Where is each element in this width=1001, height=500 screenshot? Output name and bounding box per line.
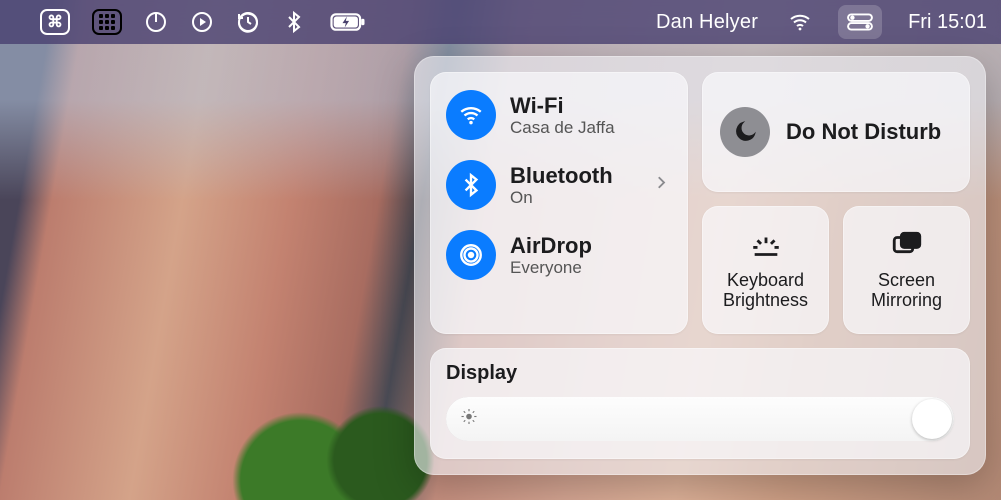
control-center-icon — [847, 13, 873, 31]
wifi-title: Wi-Fi — [510, 93, 615, 118]
menu-extra-nowplaying[interactable] — [190, 10, 214, 34]
bluetooth-toggle[interactable]: Bluetooth On — [444, 156, 674, 214]
airdrop-toggle[interactable]: AirDrop Everyone — [444, 226, 674, 284]
control-center-panel: Wi-Fi Casa de Jaffa Bluetooth On AirDrop — [414, 56, 986, 475]
screen-mirroring-button[interactable]: Screen Mirroring — [843, 206, 970, 334]
menu-control-center[interactable] — [838, 0, 882, 44]
menu-bar: ⌘ Dan Helyer — [0, 0, 1001, 44]
bluetooth-icon — [282, 10, 306, 34]
dnd-toggle[interactable]: Do Not Disturb — [702, 72, 970, 192]
menu-wifi[interactable] — [788, 10, 812, 34]
screen-mirroring-label: Screen Mirroring — [851, 271, 962, 311]
bluetooth-title: Bluetooth — [510, 163, 613, 188]
airdrop-subtitle: Everyone — [510, 258, 592, 278]
wifi-icon — [788, 10, 812, 34]
keyboard-brightness-label: Keyboard Brightness — [710, 271, 821, 311]
power-icon — [144, 10, 168, 34]
moon-icon — [720, 107, 770, 157]
brightness-thumb[interactable] — [912, 399, 952, 439]
grid-icon — [92, 9, 122, 35]
airdrop-title: AirDrop — [510, 233, 592, 258]
wifi-toggle[interactable]: Wi-Fi Casa de Jaffa — [444, 86, 674, 144]
airdrop-icon — [446, 230, 496, 280]
dnd-label: Do Not Disturb — [786, 120, 941, 144]
command-icon: ⌘ — [47, 12, 63, 32]
sun-icon — [460, 408, 478, 431]
menu-extra-timemachine[interactable] — [236, 10, 260, 34]
brightness-slider[interactable] — [446, 397, 954, 441]
menu-extra-shortcuts[interactable]: ⌘ — [40, 9, 70, 35]
wifi-icon — [446, 90, 496, 140]
wifi-subtitle: Casa de Jaffa — [510, 118, 615, 138]
battery-charging-icon — [328, 11, 368, 33]
play-icon — [190, 10, 214, 34]
menu-extra-power[interactable] — [144, 10, 168, 34]
menu-extra-bluetooth[interactable] — [282, 10, 306, 34]
keyboard-brightness-icon — [749, 229, 783, 263]
connectivity-card: Wi-Fi Casa de Jaffa Bluetooth On AirDrop — [430, 72, 688, 334]
timemachine-icon — [236, 10, 260, 34]
brightness-fill — [446, 397, 954, 441]
menu-user-name[interactable]: Dan Helyer — [656, 0, 758, 44]
display-title: Display — [446, 362, 954, 385]
menu-clock[interactable]: Fri 15:01 — [908, 0, 987, 44]
chevron-right-icon[interactable] — [652, 174, 670, 197]
keyboard-brightness-button[interactable]: Keyboard Brightness — [702, 206, 829, 334]
bluetooth-icon — [446, 160, 496, 210]
menu-extra-appgrid[interactable] — [92, 9, 122, 35]
display-card: Display — [430, 348, 970, 459]
bluetooth-subtitle: On — [510, 188, 613, 208]
menu-extra-battery[interactable] — [328, 10, 368, 34]
screen-mirroring-icon — [890, 229, 924, 263]
